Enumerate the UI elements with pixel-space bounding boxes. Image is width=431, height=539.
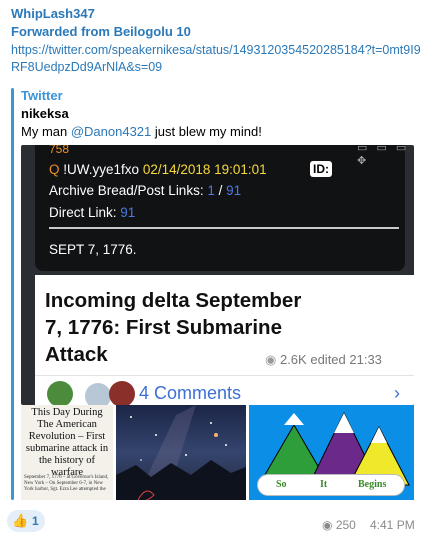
- night-sky-illustration: [116, 405, 246, 500]
- q-date: 02/14/2018 19:01:01: [142, 162, 267, 177]
- article-card-meta: ◉ 2.6K edited 21:33: [265, 352, 382, 368]
- eye-icon: ◉: [322, 518, 333, 532]
- article-views: 2.6K: [279, 352, 307, 367]
- q-direct-label: Direct Link:: [49, 205, 117, 220]
- message-time: 4:41 PM: [370, 518, 415, 532]
- message-views: ◉ 250: [322, 518, 356, 532]
- q-archive-label: Archive Bread/Post Links:: [49, 183, 204, 198]
- q-divider: [49, 227, 399, 229]
- forwarded-from[interactable]: Forwarded from Beilogolu 10: [11, 24, 191, 39]
- article-card: Incoming delta September 7, 1776: First …: [35, 275, 414, 405]
- message-bubble: WhipLash347 Forwarded from Beilogolu 10 …: [0, 0, 431, 539]
- banner: So It Begins: [257, 474, 405, 496]
- q-tripcode: !UW.yye1fxo: [63, 162, 140, 177]
- tweet-link[interactable]: https://twitter.com/speakernikesa/status…: [11, 42, 421, 76]
- collage-image-document[interactable]: This Day During The American Revolution …: [21, 405, 113, 500]
- q-archive-line: Archive Bread/Post Links: 1 / 91: [49, 183, 241, 198]
- q-archive-sep: /: [214, 183, 227, 198]
- sender-name[interactable]: WhipLash347: [11, 6, 95, 21]
- card-separator: [35, 375, 414, 376]
- preview-text-after: just blew my mind!: [151, 124, 262, 139]
- views-count: 250: [335, 518, 356, 532]
- link-preview-bar: [11, 88, 14, 500]
- comments-link: 4 Comments: [139, 383, 242, 403]
- chevron-right-icon: ›: [394, 383, 400, 403]
- reaction-button[interactable]: 👍 1: [7, 510, 45, 532]
- avatar: [109, 381, 135, 405]
- reaction-count: 1: [32, 514, 39, 528]
- q-archive-b: 91: [226, 183, 242, 198]
- q-post-header: Q !UW.yye1fxo 02/14/2018 19:01:01: [49, 162, 267, 177]
- q-prefix: Q: [49, 162, 60, 177]
- link-preview-title: nikeksa: [21, 106, 69, 121]
- q-post-number: 758: [49, 145, 70, 156]
- q-toolbar-icons: ▭ ▭ ▭ ✥: [357, 145, 410, 167]
- article-edited: edited 21:33: [310, 352, 382, 367]
- avatar: [47, 381, 73, 405]
- mention-link[interactable]: @Danon4321: [71, 124, 151, 139]
- link-preview-site: Twitter: [21, 88, 63, 103]
- banner-word-2: It: [320, 479, 328, 490]
- eye-icon: ◉: [265, 352, 277, 367]
- q-id-badge: ID:: [310, 161, 332, 177]
- avatar: [85, 383, 111, 405]
- preview-text-before: My man: [21, 124, 71, 139]
- doc-body: September 7, 1776 – at Governor's Island…: [24, 475, 109, 492]
- q-sept-line: SEPT 7, 1776.: [49, 242, 137, 257]
- collage-image-night-sky[interactable]: [116, 405, 246, 500]
- banner-word-3: Begins: [358, 479, 387, 490]
- q-archive-a: 1: [207, 183, 215, 198]
- doc-heading: This Day During The American Revolution …: [25, 407, 109, 478]
- preview-image-screenshot[interactable]: 758 ▭ ▭ ▭ ✥ Q !UW.yye1fxo 02/14/2018 19:…: [21, 145, 414, 405]
- q-direct-line: Direct Link: 91: [49, 205, 135, 220]
- thumbs-up-icon: 👍: [12, 513, 29, 528]
- collage-image-mountains[interactable]: So It Begins: [249, 405, 414, 500]
- link-preview-description: My man @Danon4321 just blew my mind!: [21, 124, 262, 139]
- banner-word-1: So: [276, 479, 287, 490]
- q-direct-value: 91: [120, 205, 136, 220]
